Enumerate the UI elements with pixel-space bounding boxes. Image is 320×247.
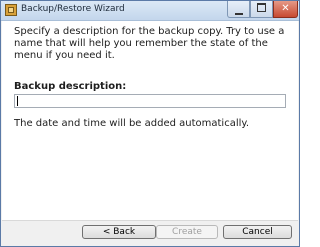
window-title: Backup/Restore Wizard bbox=[21, 4, 125, 14]
instructions-text: Specify a description for the backup cop… bbox=[14, 26, 285, 61]
wizard-content: Specify a description for the backup cop… bbox=[2, 21, 298, 221]
cancel-button[interactable]: Cancel bbox=[223, 225, 292, 239]
close-button[interactable]: ✕ bbox=[273, 1, 298, 18]
title-bar[interactable]: Backup/Restore Wizard ✕ bbox=[1, 1, 299, 21]
backup-description-label: Backup description: bbox=[14, 81, 127, 92]
close-icon: ✕ bbox=[281, 3, 290, 14]
maximize-button[interactable] bbox=[250, 1, 273, 18]
auto-date-note: The date and time will be added automati… bbox=[14, 118, 250, 129]
wizard-app-icon bbox=[5, 4, 17, 16]
create-button[interactable]: Create bbox=[156, 225, 218, 239]
backup-description-input[interactable] bbox=[14, 94, 286, 108]
minimize-button[interactable] bbox=[227, 1, 250, 18]
wizard-window: Backup/Restore Wizard ✕ Specify a descri… bbox=[0, 0, 300, 247]
text-caret bbox=[17, 96, 18, 106]
maximize-icon bbox=[257, 3, 266, 12]
back-button[interactable]: < Back bbox=[82, 225, 156, 239]
minimize-icon bbox=[234, 13, 243, 15]
